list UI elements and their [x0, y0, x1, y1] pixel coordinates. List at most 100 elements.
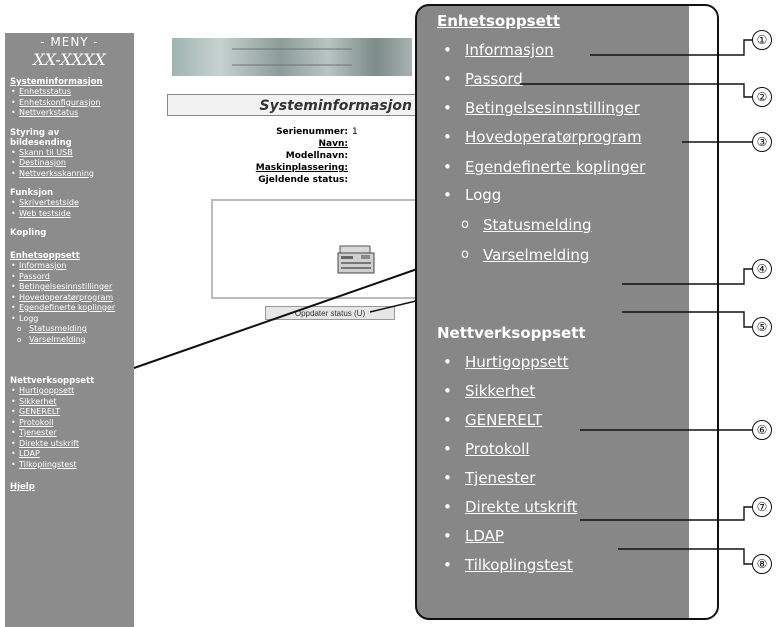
zoom-subitem-statusmelding[interactable]: Statusmelding	[437, 210, 695, 240]
zoom-item-direkte-utskrift[interactable]: Direkte utskrift	[437, 493, 695, 522]
callout-5: ⑤	[752, 317, 772, 337]
update-status-button[interactable]: Oppdater status (U)	[265, 306, 395, 320]
zoom-subitem-varselmelding[interactable]: Varselmelding	[437, 240, 695, 270]
sidebar-menu: - MENY - XX-XXXX Systeminformasjon Enhet…	[5, 33, 134, 627]
sidebar-item-nettverksskanning[interactable]: Nettverksskanning	[5, 169, 134, 180]
model-name: XX-XXXX	[33, 50, 106, 69]
zoom-item-tjenester[interactable]: Tjenester	[437, 464, 695, 493]
sidebar-item-label[interactable]: Varselmelding	[29, 335, 86, 344]
info-value	[348, 139, 352, 149]
zoom-item-label[interactable]: Statusmelding	[483, 216, 592, 234]
sidebar-item-hurtigoppsett[interactable]: Hurtigoppsett	[5, 386, 134, 397]
zoom-item-sikkerhet[interactable]: Sikkerhet	[437, 377, 695, 406]
zoom-item-label[interactable]: Hovedoperatørprogram	[465, 128, 642, 146]
zoom-item-hurtigoppsett[interactable]: Hurtigoppsett	[437, 348, 695, 377]
sidebar-item-tilkoplingstest[interactable]: Tilkoplingstest	[5, 460, 134, 471]
zoom-section-device[interactable]: Enhetsoppsett	[437, 12, 695, 30]
sidebar-item-enhetskonfigurasjon[interactable]: Enhetskonfigurasjon	[5, 98, 134, 109]
zoom-item-label[interactable]: Tjenester	[465, 469, 535, 487]
sidebar-item-informasjon[interactable]: Informasjon	[5, 261, 134, 272]
zoom-item-label[interactable]: Egendefinerte koplinger	[465, 158, 645, 176]
sidebar-item-label[interactable]: Enhetsstatus	[19, 87, 71, 96]
sidebar-subitem-statusmelding[interactable]: Statusmelding	[5, 324, 134, 335]
zoom-item-betingelsesinnstillinger[interactable]: Betingelsesinnstillinger	[437, 94, 695, 123]
info-value: 1	[352, 127, 358, 137]
info-label: Gjeldende status:	[258, 175, 348, 185]
printer-icon	[337, 245, 375, 274]
zoom-item-ldap[interactable]: LDAP	[437, 522, 695, 551]
sidebar-item-label[interactable]: Hovedoperatørprogram	[19, 293, 113, 302]
sidebar-item-ldap[interactable]: LDAP	[5, 449, 134, 460]
sidebar-item-label[interactable]: Egendefinerte koplinger	[19, 303, 115, 312]
sidebar-item-skann-usb[interactable]: Skann til USB	[5, 148, 134, 159]
sidebar-section-function: Funksjon	[10, 188, 54, 198]
sidebar-section-device[interactable]: Enhetsoppsett	[10, 251, 134, 261]
sidebar-item-enhetsstatus[interactable]: Enhetsstatus	[5, 87, 134, 98]
sidebar-item-label[interactable]: Skann til USB	[19, 148, 73, 157]
sidebar-item-label[interactable]: Informasjon	[19, 261, 66, 270]
sidebar-item-label[interactable]: Tilkoplingstest	[19, 460, 77, 469]
sidebar-item-sikkerhet[interactable]: Sikkerhet	[5, 397, 134, 408]
callout-8: ⑧	[752, 554, 772, 574]
zoom-item-label[interactable]: Passord	[465, 70, 523, 88]
sidebar-item-label[interactable]: Web testside	[19, 209, 71, 218]
sidebar-item-direkte-utskrift[interactable]: Direkte utskrift	[5, 439, 134, 450]
sidebar-item-protokoll[interactable]: Protokoll	[5, 418, 134, 429]
sidebar-section-scan: Styring av bildesending	[10, 127, 72, 148]
info-label-link[interactable]: Navn:	[200, 139, 348, 149]
sidebar-item-label[interactable]: Nettverkstatus	[19, 108, 78, 117]
sidebar-item-label[interactable]: Enhetskonfigurasjon	[19, 98, 100, 107]
sidebar-item-web-testside[interactable]: Web testside	[5, 209, 134, 220]
sidebar-item-label[interactable]: Direkte utskrift	[19, 439, 79, 448]
sidebar-item-label[interactable]: Hurtigoppsett	[19, 386, 74, 395]
zoom-item-label[interactable]: Betingelsesinnstillinger	[465, 99, 640, 117]
sidebar-item-betingelsesinnstillinger[interactable]: Betingelsesinnstillinger	[5, 282, 134, 293]
sidebar-item-label[interactable]: Tjenester	[19, 428, 57, 437]
zoom-item-tilkoplingstest[interactable]: Tilkoplingstest	[437, 551, 695, 580]
sidebar-item-label[interactable]: Passord	[19, 272, 50, 281]
info-row-maskinplassering[interactable]: Maskinplassering:	[200, 163, 352, 173]
zoom-item-logg: Logg	[437, 181, 695, 210]
sidebar-item-label[interactable]: GENERELT	[19, 407, 60, 416]
sidebar-section-system[interactable]: Systeminformasjon	[10, 77, 134, 87]
zoom-item-label[interactable]: Sikkerhet	[465, 382, 535, 400]
info-value	[348, 163, 352, 173]
zoom-item-informasjon[interactable]: Informasjon	[437, 36, 695, 65]
sidebar-item-label[interactable]: Protokoll	[19, 418, 53, 427]
info-label-link[interactable]: Maskinplassering:	[200, 163, 348, 173]
sidebar-item-label[interactable]: Destinasjon	[19, 158, 66, 167]
sidebar-item-label[interactable]: Skrivertestside	[19, 198, 79, 207]
sidebar-item-label[interactable]: Sikkerhet	[19, 397, 56, 406]
sidebar-item-label[interactable]: Nettverksskanning	[19, 169, 94, 178]
sidebar-section-help[interactable]: Hjelp	[10, 482, 134, 492]
sidebar-item-hovedoperatorprogram[interactable]: Hovedoperatørprogram	[5, 293, 134, 304]
zoom-item-label[interactable]: GENERELT	[465, 411, 542, 429]
callout-3: ③	[752, 132, 772, 152]
sidebar-item-destinasjon[interactable]: Destinasjon	[5, 158, 134, 169]
sidebar-subitem-varselmelding[interactable]: Varselmelding	[5, 335, 134, 346]
sidebar-section-network: Nettverksoppsett	[10, 376, 95, 386]
zoom-item-label[interactable]: LDAP	[465, 527, 504, 545]
sidebar-item-passord[interactable]: Passord	[5, 272, 134, 283]
zoom-item-label[interactable]: Varselmelding	[483, 246, 589, 264]
zoom-item-egendefinerte-koplinger[interactable]: Egendefinerte koplinger	[437, 152, 695, 181]
sidebar-item-label[interactable]: Betingelsesinnstillinger	[19, 282, 112, 291]
sidebar-item-nettverkstatus[interactable]: Nettverkstatus	[5, 108, 134, 119]
zoom-item-label[interactable]: Protokoll	[465, 440, 530, 458]
sidebar-item-label: Logg	[19, 313, 39, 323]
info-row-navn[interactable]: Navn:	[200, 139, 352, 149]
sidebar-item-tjenester[interactable]: Tjenester	[5, 428, 134, 439]
zoom-item-label[interactable]: Informasjon	[465, 41, 554, 59]
zoom-item-generelt[interactable]: GENERELT	[437, 406, 695, 435]
zoom-item-protokoll[interactable]: Protokoll	[437, 435, 695, 464]
sidebar-item-generelt[interactable]: GENERELT	[5, 407, 134, 418]
zoom-item-hovedoperatorprogram[interactable]: Hovedoperatørprogram	[437, 123, 695, 152]
zoom-item-label[interactable]: Tilkoplingstest	[465, 556, 573, 574]
sidebar-item-skrivertestside[interactable]: Skrivertestside	[5, 198, 134, 209]
zoom-item-label[interactable]: Direkte utskrift	[465, 498, 577, 516]
sidebar-item-label[interactable]: Statusmelding	[29, 324, 87, 333]
zoom-item-passord[interactable]: Passord	[437, 65, 695, 94]
zoom-item-label[interactable]: Hurtigoppsett	[465, 353, 569, 371]
sidebar-item-label[interactable]: LDAP	[19, 449, 40, 458]
sidebar-item-egendefinerte[interactable]: Egendefinerte koplinger	[5, 303, 119, 314]
